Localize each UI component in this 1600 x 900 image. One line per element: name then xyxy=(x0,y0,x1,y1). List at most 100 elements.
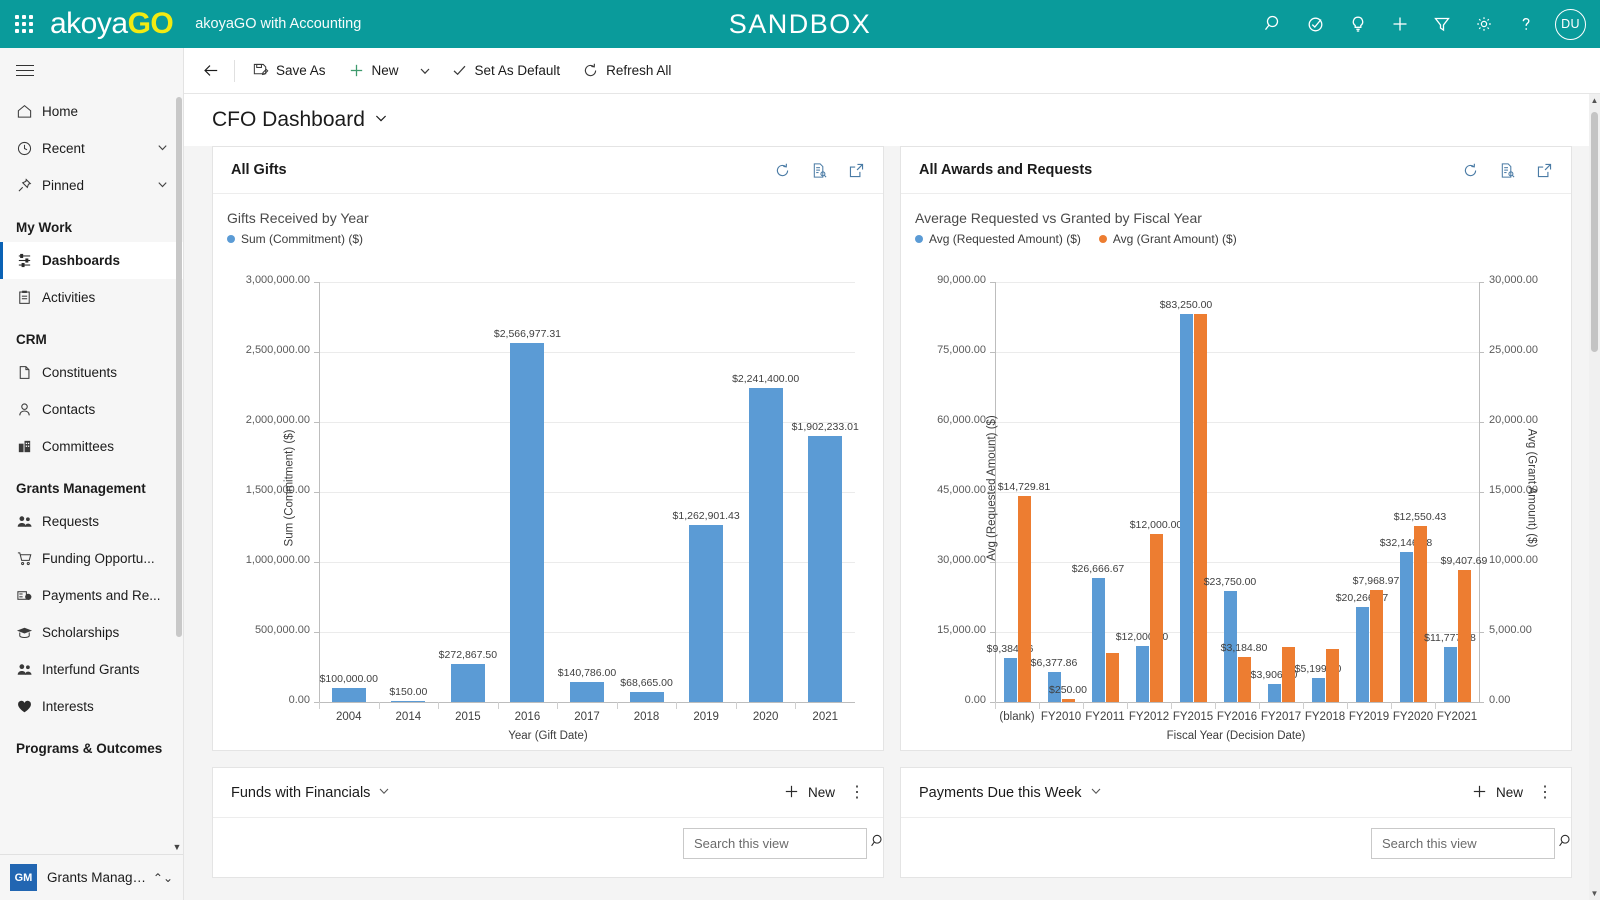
chart-bar[interactable] xyxy=(1457,570,1471,702)
chart-y-axis xyxy=(319,282,320,702)
new-button[interactable]: New xyxy=(337,56,410,85)
check-circle-icon[interactable] xyxy=(1295,0,1337,48)
new-button[interactable]: New xyxy=(1471,783,1523,803)
sidebar-scroll-down-icon[interactable]: ▼ xyxy=(171,842,183,852)
chart-bar[interactable] xyxy=(1311,677,1325,702)
chevron-down-icon[interactable] xyxy=(377,784,391,802)
sidebar-item-funding-opportunities[interactable]: Funding Opportu... xyxy=(0,540,183,577)
content-scrollbar[interactable]: ▲ ▼ xyxy=(1589,94,1600,900)
chart-bar[interactable] xyxy=(689,525,724,702)
plus-icon[interactable] xyxy=(1379,0,1421,48)
more-commands-icon[interactable]: ⋮ xyxy=(849,784,865,801)
chart-bar[interactable] xyxy=(391,701,426,702)
sidebar-item-constituents[interactable]: Constituents xyxy=(0,354,183,391)
view-records-icon[interactable] xyxy=(1499,162,1516,179)
chart-bar[interactable] xyxy=(1237,657,1251,702)
scroll-down-icon[interactable]: ▼ xyxy=(1589,889,1600,898)
help-icon[interactable] xyxy=(1505,0,1547,48)
save-as-button[interactable]: Save As xyxy=(241,56,337,85)
app-area-switcher[interactable]: GM Grants Managem... ⌃⌄ xyxy=(0,854,183,900)
list-card-title[interactable]: Payments Due this Week xyxy=(919,784,1103,802)
popout-icon[interactable] xyxy=(1536,162,1553,179)
sidebar-item-requests[interactable]: Requests xyxy=(0,503,183,540)
sidebar-item-interfund-grants[interactable]: Interfund Grants xyxy=(0,651,183,688)
popout-icon[interactable] xyxy=(848,162,865,179)
app-launcher-icon[interactable] xyxy=(0,0,48,48)
chart-bar[interactable] xyxy=(1091,577,1105,702)
back-button[interactable] xyxy=(194,54,228,88)
more-commands-icon[interactable]: ⋮ xyxy=(1537,784,1553,801)
chart-bar[interactable] xyxy=(1149,534,1163,702)
refresh-all-button[interactable]: Refresh All xyxy=(571,56,682,85)
avatar[interactable]: DU xyxy=(1555,8,1586,40)
chevron-down-icon[interactable] xyxy=(1089,784,1103,802)
chart-bar[interactable] xyxy=(1413,526,1427,702)
chart-bar[interactable] xyxy=(1267,683,1281,702)
chart-bar[interactable] xyxy=(1105,653,1119,702)
chevron-down-icon[interactable] xyxy=(373,108,389,132)
content-scrollbar-thumb[interactable] xyxy=(1591,112,1598,352)
sidebar-item-payments-and-requirements[interactable]: $ Payments and Re... xyxy=(0,577,183,614)
search-icon[interactable] xyxy=(1558,833,1574,854)
new-button[interactable]: New xyxy=(783,783,835,803)
lightbulb-icon[interactable] xyxy=(1337,0,1379,48)
list-card-title[interactable]: Funds with Financials xyxy=(231,784,391,802)
chart-card-all-awards-and-requests: All Awards and Requests Average Requeste… xyxy=(900,146,1572,751)
scroll-up-icon[interactable]: ▲ xyxy=(1589,96,1600,105)
chart-bar[interactable] xyxy=(748,388,783,702)
chart-bar[interactable] xyxy=(450,663,485,702)
legend-item[interactable]: Sum (Commitment) ($) xyxy=(227,232,363,246)
sidebar-item-interests[interactable]: Interests xyxy=(0,688,183,725)
chart-bar[interactable] xyxy=(1325,648,1339,702)
refresh-icon[interactable] xyxy=(1462,162,1479,179)
legend-label: Avg (Requested Amount) ($) xyxy=(929,232,1081,246)
chart-bar[interactable] xyxy=(1061,698,1075,702)
chevron-down-icon[interactable] xyxy=(156,178,169,194)
page-title[interactable]: CFO Dashboard xyxy=(212,108,1600,132)
new-dropdown-chevron-down-icon[interactable] xyxy=(410,58,440,84)
chart-bar[interactable] xyxy=(1443,647,1457,702)
sidebar-item-activities[interactable]: Activities xyxy=(0,279,183,316)
refresh-icon[interactable] xyxy=(774,162,791,179)
set-as-default-button[interactable]: Set As Default xyxy=(440,56,572,85)
search-icon[interactable] xyxy=(870,833,886,854)
chart-bar[interactable] xyxy=(1399,551,1413,702)
view-records-icon[interactable] xyxy=(811,162,828,179)
gear-icon[interactable] xyxy=(1463,0,1505,48)
chart-bar-label: $14,729.81 xyxy=(997,480,1051,493)
chevron-updown-icon[interactable]: ⌃⌄ xyxy=(153,871,173,885)
legend-item[interactable]: Avg (Requested Amount) ($) xyxy=(915,232,1081,246)
filter-icon[interactable] xyxy=(1421,0,1463,48)
sidebar-item-recent[interactable]: Recent xyxy=(0,130,183,167)
chart-bar[interactable] xyxy=(570,682,604,702)
sidebar-item-committees[interactable]: Committees xyxy=(0,428,183,465)
chart-bar[interactable] xyxy=(1135,646,1149,702)
sidebar-item-contacts[interactable]: Contacts xyxy=(0,391,183,428)
chart-bar[interactable] xyxy=(510,342,545,702)
chart-bar[interactable] xyxy=(629,692,664,702)
chart-bar[interactable] xyxy=(1003,658,1017,702)
sidebar-item-home[interactable]: Home xyxy=(0,93,183,130)
sidebar-item-dashboards[interactable]: Dashboards xyxy=(0,242,183,279)
search-input[interactable] xyxy=(694,836,870,851)
sidebar-item-scholarships[interactable]: Scholarships xyxy=(0,614,183,651)
chart-bar[interactable] xyxy=(1369,590,1383,702)
chart-bar[interactable] xyxy=(1193,313,1207,702)
chevron-down-icon[interactable] xyxy=(156,141,169,157)
chart-x-axis xyxy=(319,702,855,703)
chart-bar[interactable] xyxy=(1355,607,1369,702)
chart-bar[interactable] xyxy=(1179,313,1193,702)
search-icon[interactable] xyxy=(1253,0,1295,48)
chart-bar[interactable] xyxy=(808,435,843,702)
search-input[interactable] xyxy=(1382,836,1558,851)
search-box[interactable] xyxy=(683,828,882,859)
search-box[interactable] xyxy=(1371,828,1570,859)
chart-bar[interactable] xyxy=(1017,495,1031,702)
brand-logo[interactable]: akoya GO xyxy=(50,7,174,41)
sidebar-item-pinned[interactable]: Pinned xyxy=(0,167,183,204)
sidebar-toggle-icon[interactable] xyxy=(0,48,183,93)
legend-item[interactable]: Avg (Grant Amount) ($) xyxy=(1098,232,1237,246)
chart-bar[interactable] xyxy=(331,688,366,702)
sidebar-scrollbar-thumb[interactable] xyxy=(176,97,182,637)
chart-bar[interactable] xyxy=(1281,647,1295,702)
